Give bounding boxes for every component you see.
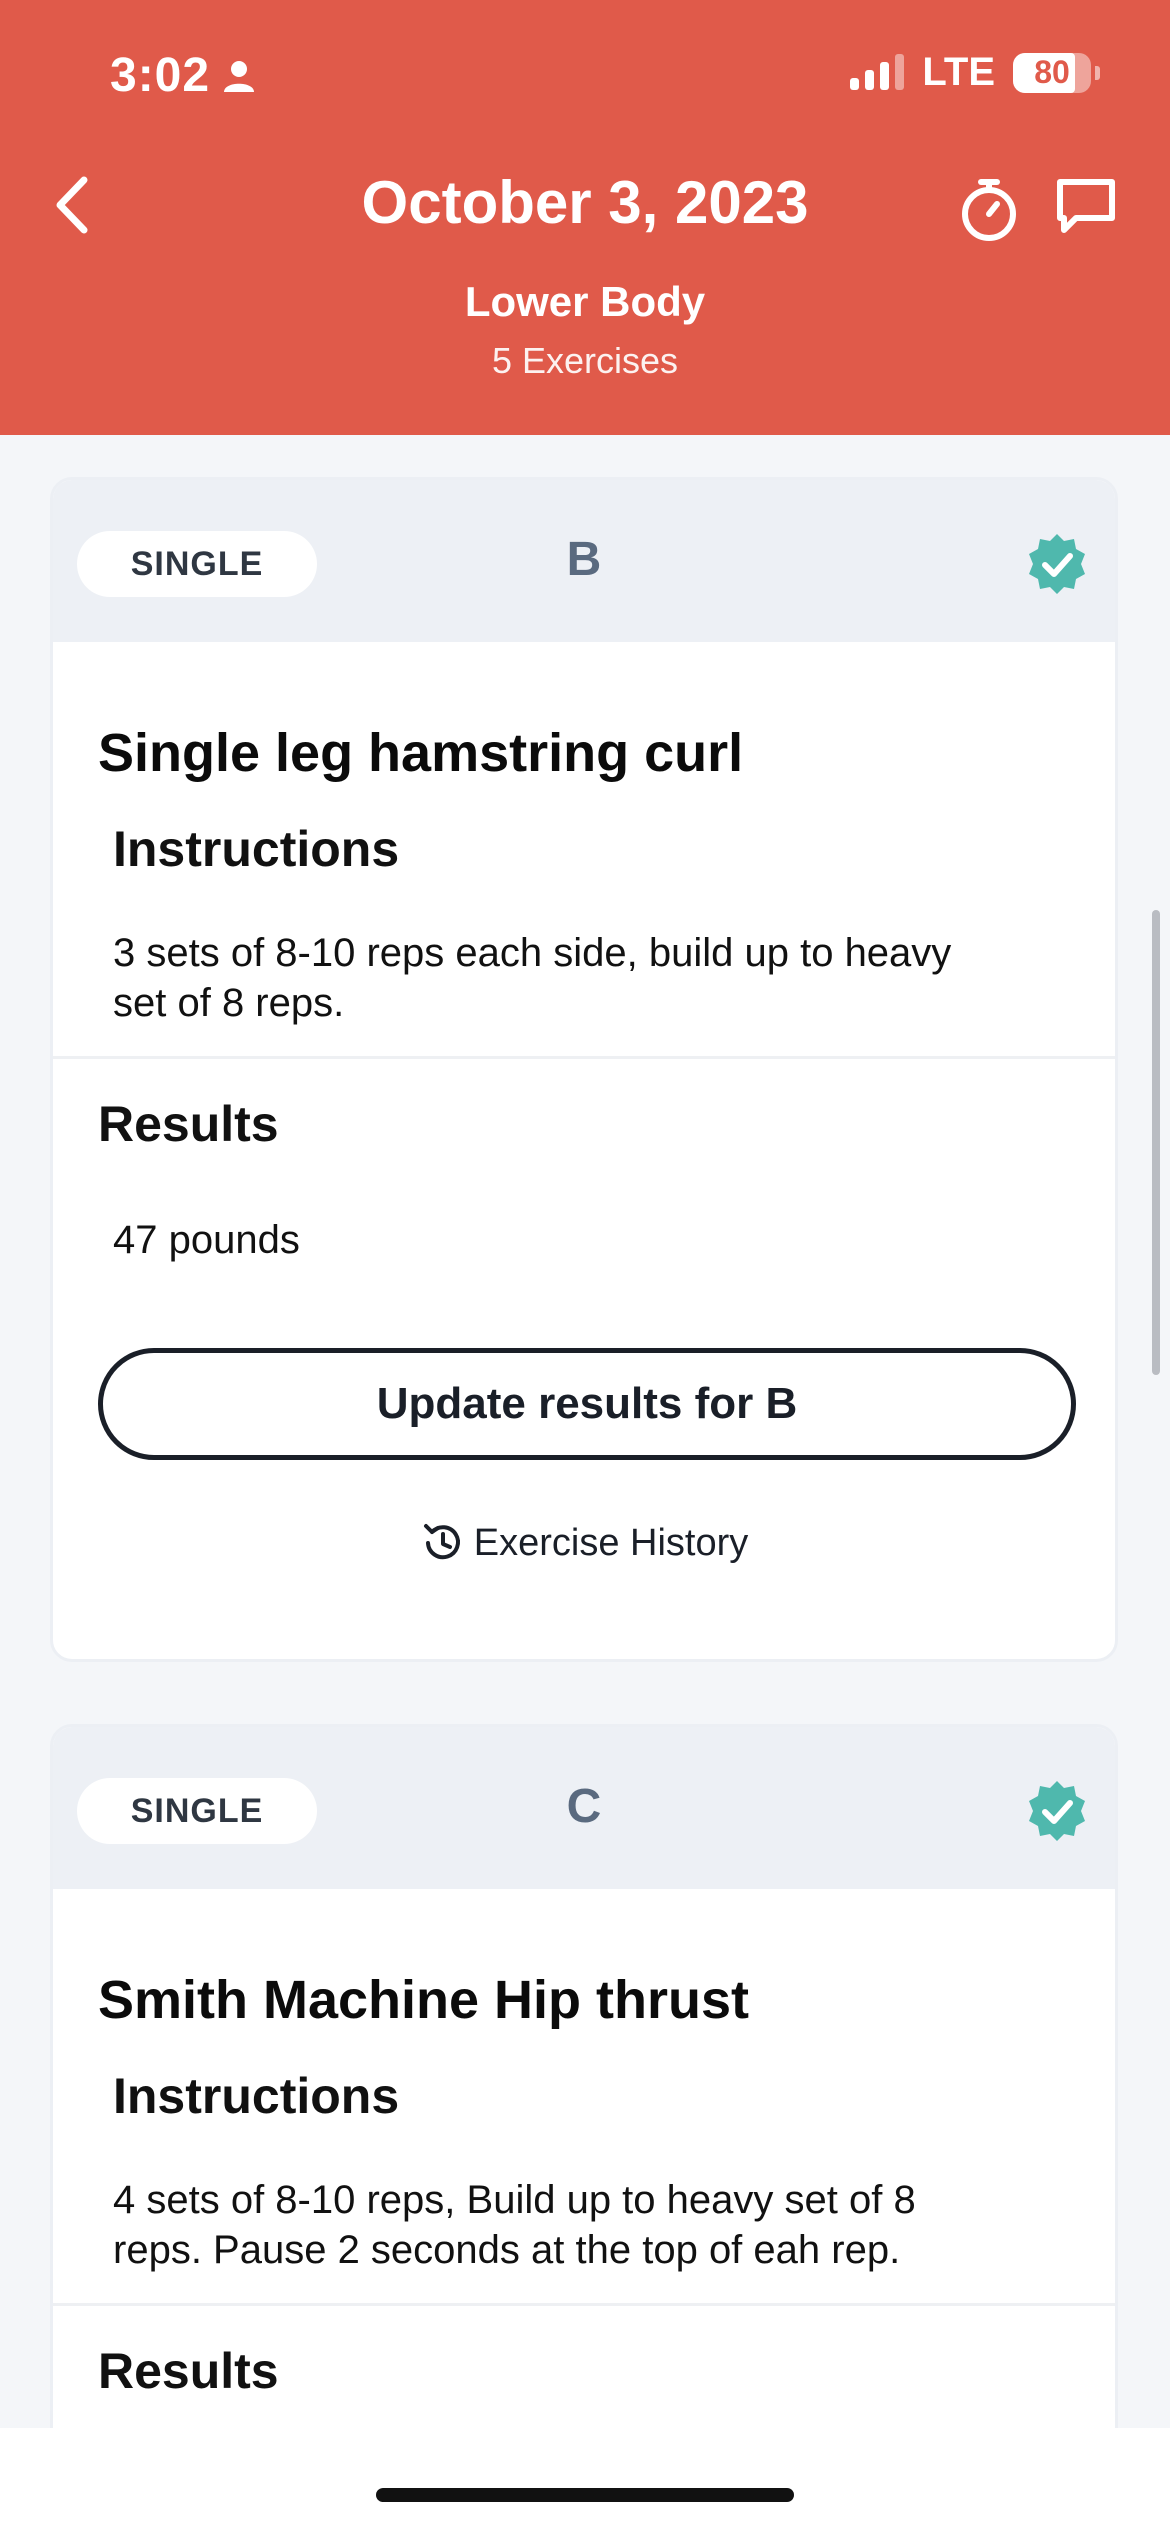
- network-label: LTE: [922, 50, 995, 94]
- verified-check-icon: [1029, 1781, 1085, 1841]
- header: 3:02 LTE 80 October 3, 2023 Lower Body 5…: [0, 0, 1170, 435]
- instructions-heading: Instructions: [113, 821, 400, 877]
- comment-icon[interactable]: [1054, 176, 1118, 236]
- signal-icon: [850, 53, 905, 90]
- status-time-text: 3:02: [110, 49, 211, 102]
- instructions-line: reps. Pause 2 seconds at the top of eah …: [113, 2228, 901, 2272]
- instructions-heading: Instructions: [113, 2068, 400, 2124]
- exercise-letter: C: [566, 1780, 602, 1833]
- exercise-card: SINGLE C Smith Machine Hip thrust Instru…: [50, 1724, 1118, 2484]
- instructions-line: set of 8 reps.: [113, 981, 345, 1025]
- instructions-line: 3 sets of 8-10 reps each side, build up …: [113, 931, 952, 975]
- divider: [53, 2303, 1115, 2306]
- exercise-name: Single leg hamstring curl: [98, 723, 744, 783]
- exercise-count: 5 Exercises: [491, 340, 679, 381]
- results-value: 47 pounds: [113, 1218, 300, 1262]
- instructions-text: 4 sets of 8-10 reps, Build up to heavy s…: [113, 2175, 916, 2275]
- workout-name: Lower Body: [464, 278, 706, 325]
- exercise-letter: B: [566, 533, 602, 586]
- results-heading: Results: [98, 2343, 279, 2399]
- history-clock-icon: [423, 1524, 460, 1560]
- battery-icon: 80: [1013, 52, 1091, 93]
- exercise-card-header: SINGLE C: [53, 1727, 1115, 1889]
- bottom-safe-area: [0, 2428, 1170, 2532]
- results-heading: Results: [98, 1096, 279, 1152]
- instructions-text: 3 sets of 8-10 reps each side, build up …: [113, 928, 951, 1028]
- verified-check-icon: [1029, 534, 1085, 594]
- exercise-card-header: SINGLE B: [53, 480, 1115, 642]
- divider: [53, 1056, 1115, 1059]
- home-indicator[interactable]: [376, 2488, 794, 2502]
- exercise-history-label: Exercise History: [473, 1521, 749, 1564]
- status-indicators: LTE 80: [850, 50, 1100, 95]
- battery-level: 80: [1034, 54, 1070, 90]
- exercise-history-link[interactable]: Exercise History: [53, 1520, 1115, 1566]
- stopwatch-icon[interactable]: [957, 176, 1021, 242]
- scrollbar[interactable]: [1152, 910, 1160, 1375]
- update-results-button[interactable]: Update results for B: [98, 1348, 1076, 1460]
- instructions-line: 4 sets of 8-10 reps, Build up to heavy s…: [113, 2178, 916, 2222]
- status-time: 3:02: [110, 48, 256, 103]
- person-icon: [224, 60, 255, 92]
- exercise-name: Smith Machine Hip thrust: [98, 1970, 750, 2030]
- exercise-card: SINGLE B Single leg hamstring curl Instr…: [50, 477, 1118, 1662]
